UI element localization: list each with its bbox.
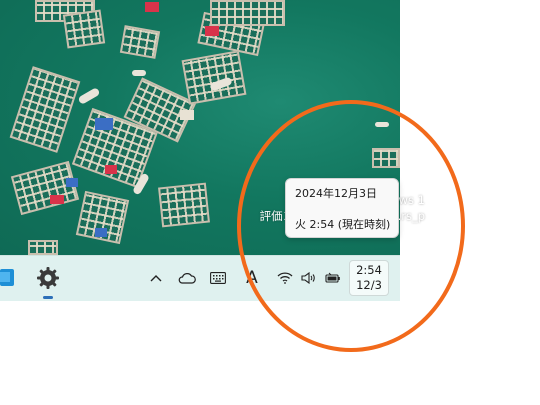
wallpaper-raft (62, 9, 106, 49)
clock-tooltip: 2024年12月3日 火 2:54 (現在時刻) (285, 178, 399, 238)
wallpaper-raft (181, 50, 247, 105)
wallpaper-raft (9, 66, 81, 153)
windows-app-icon[interactable] (0, 267, 16, 289)
taskbar-clock[interactable]: 2:54 12/3 (349, 260, 389, 296)
wifi-icon[interactable] (274, 268, 296, 288)
wallpaper-boat (132, 70, 146, 76)
wallpaper-raft (119, 25, 161, 59)
input-indicator[interactable]: A (240, 266, 264, 290)
wallpaper-boat (375, 122, 389, 127)
wallpaper-raft (210, 0, 285, 26)
wallpaper-hut (205, 26, 219, 36)
wallpaper-hut (145, 2, 159, 12)
wallpaper-raft (10, 160, 80, 216)
wallpaper-raft (158, 182, 210, 228)
wallpaper-raft (372, 148, 400, 168)
wallpaper-hut (50, 195, 64, 204)
clock-time: 2:54 (356, 263, 382, 277)
wallpaper-raft (28, 240, 58, 255)
taskbar: A 2:54 12/3 (0, 255, 400, 301)
settings-gear-icon[interactable] (34, 264, 62, 292)
tooltip-date: 2024年12月3日 (295, 187, 377, 200)
battery-icon[interactable] (322, 268, 344, 288)
volume-icon[interactable] (298, 268, 320, 288)
wallpaper-hut (180, 110, 194, 120)
chevron-up-icon[interactable] (146, 268, 166, 288)
clock-date: 12/3 (356, 278, 382, 292)
wallpaper-hut (66, 178, 78, 187)
wallpaper-hut (105, 165, 117, 174)
tooltip-current-time: 火 2:54 (現在時刻) (295, 218, 391, 231)
wallpaper-hut (95, 118, 113, 130)
keyboard-icon[interactable] (206, 268, 230, 288)
active-app-indicator (43, 296, 53, 299)
onedrive-cloud-icon[interactable] (176, 268, 198, 288)
input-indicator-label: A (246, 268, 258, 288)
wallpaper-hut (95, 228, 107, 237)
wallpaper-boat (77, 87, 101, 105)
